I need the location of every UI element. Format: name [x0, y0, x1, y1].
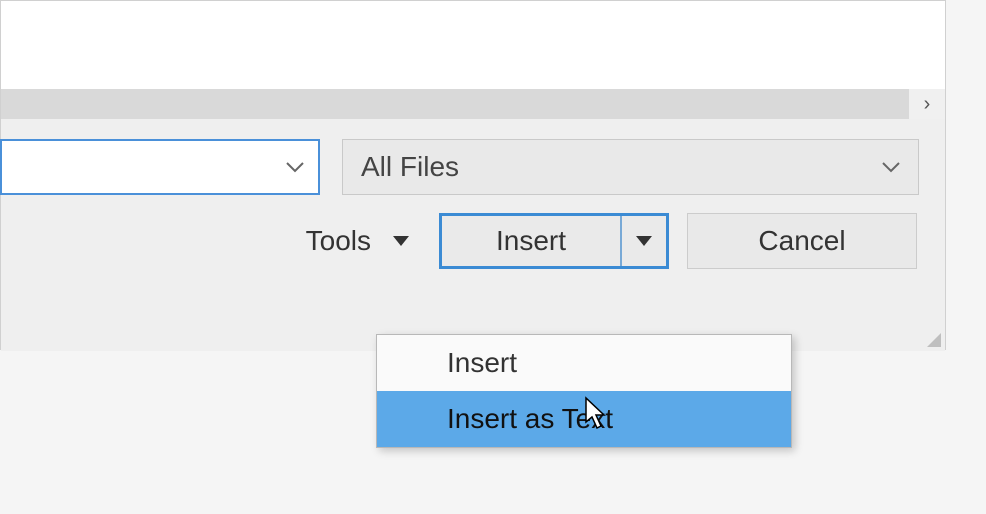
filetype-label: All Files — [361, 151, 459, 183]
insert-dropdown-menu: Insert Insert as Text — [376, 334, 792, 448]
scrollbar-arrow-right-icon[interactable]: › — [909, 89, 945, 119]
horizontal-scrollbar[interactable]: › — [1, 89, 945, 119]
file-open-dialog: › All Files Tools In — [0, 0, 946, 350]
chevron-down-icon — [882, 157, 900, 178]
menu-item-insert[interactable]: Insert — [377, 335, 791, 391]
filetype-combobox[interactable]: All Files — [342, 139, 919, 195]
insert-split-button: Insert — [439, 213, 669, 269]
cancel-label: Cancel — [758, 225, 845, 257]
insert-button[interactable]: Insert — [442, 216, 622, 266]
insert-label: Insert — [496, 225, 566, 257]
insert-dropdown-toggle[interactable] — [622, 216, 666, 266]
scrollbar-track[interactable] — [1, 89, 909, 119]
dialog-bottom-panel: All Files Tools Insert Cancel — [1, 119, 945, 351]
caret-down-icon — [393, 236, 409, 246]
tools-label: Tools — [306, 225, 371, 257]
filename-combobox[interactable] — [0, 139, 320, 195]
menu-item-insert-as-text[interactable]: Insert as Text — [377, 391, 791, 447]
resize-grip-icon[interactable] — [923, 329, 941, 347]
tools-menu-button[interactable]: Tools — [294, 215, 421, 267]
chevron-down-icon — [286, 157, 304, 178]
menu-item-label: Insert as Text — [447, 403, 613, 435]
file-list-pane — [1, 1, 945, 89]
cancel-button[interactable]: Cancel — [687, 213, 917, 269]
menu-item-label: Insert — [447, 347, 517, 379]
caret-down-icon — [636, 236, 652, 246]
